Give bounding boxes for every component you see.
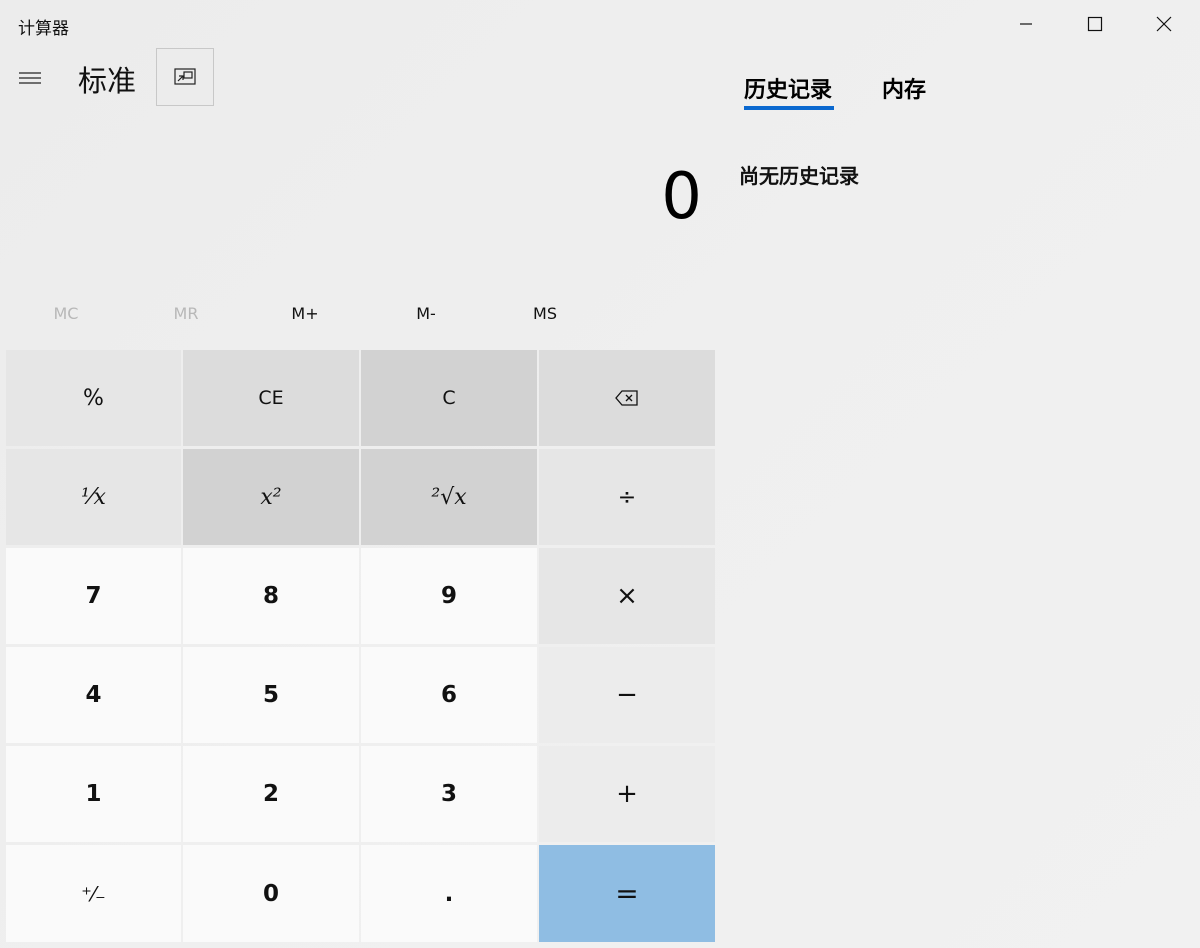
digit-5-label: 5	[262, 682, 279, 708]
digit-6-label: 6	[440, 682, 457, 708]
decimal-button[interactable]: .	[361, 845, 537, 942]
reciprocal-label: ¹⁄x	[81, 484, 106, 510]
digit-8-button[interactable]: 8	[183, 548, 359, 644]
digit-5-button[interactable]: 5	[183, 647, 359, 743]
maximize-icon	[1087, 16, 1103, 32]
sqrt-label: ²√x	[431, 484, 467, 510]
clear-button[interactable]: C	[361, 350, 537, 446]
clear-entry-button[interactable]: CE	[183, 350, 359, 446]
digit-7-label: 7	[85, 583, 102, 609]
divide-button[interactable]: ÷	[539, 449, 715, 545]
multiply-label: ×	[616, 581, 638, 611]
digit-1-button[interactable]: 1	[6, 746, 181, 842]
divide-label: ÷	[617, 484, 637, 510]
close-icon	[1156, 16, 1172, 32]
minimize-icon	[1020, 23, 1032, 25]
memory-add-button[interactable]: M+	[245, 304, 365, 323]
subtract-button[interactable]: −	[539, 647, 715, 743]
c-label: C	[442, 387, 456, 409]
add-button[interactable]: +	[539, 746, 715, 842]
digit-4-button[interactable]: 4	[6, 647, 181, 743]
plus-label: +	[616, 779, 638, 809]
digit-1-label: 1	[85, 781, 102, 807]
digit-3-button[interactable]: 3	[361, 746, 537, 842]
memory-subtract-button[interactable]: M-	[366, 304, 486, 323]
mode-title: 标准	[78, 64, 137, 98]
hamburger-menu-button[interactable]	[14, 62, 46, 94]
square-button[interactable]: x²	[183, 449, 359, 545]
reciprocal-button[interactable]: ¹⁄x	[6, 449, 181, 545]
app-title: 计算器	[18, 19, 69, 39]
digit-0-button[interactable]: 0	[183, 845, 359, 942]
negate-button[interactable]: ⁺⁄₋	[6, 845, 181, 942]
square-label: x²	[260, 484, 282, 510]
maximize-button[interactable]	[1061, 0, 1129, 48]
keep-on-top-icon	[174, 68, 196, 85]
equals-label: =	[615, 877, 639, 910]
keep-on-top-button[interactable]	[156, 48, 214, 106]
backspace-icon	[615, 390, 638, 406]
result-display: 0	[661, 160, 702, 234]
minimize-button[interactable]	[992, 0, 1060, 48]
tab-history[interactable]: 历史记录	[744, 72, 832, 104]
tab-selected-indicator	[744, 106, 834, 110]
digit-0-label: 0	[262, 880, 279, 907]
memory-store-button[interactable]: MS	[485, 304, 605, 323]
backspace-button[interactable]	[539, 350, 715, 446]
digit-4-label: 4	[85, 682, 102, 708]
percent-button[interactable]: %	[6, 350, 181, 446]
digit-7-button[interactable]: 7	[6, 548, 181, 644]
digit-9-label: 9	[440, 583, 457, 609]
digit-2-button[interactable]: 2	[183, 746, 359, 842]
digit-3-label: 3	[440, 781, 457, 807]
digit-8-label: 8	[262, 583, 279, 609]
multiply-button[interactable]: ×	[539, 548, 715, 644]
memory-bar: MC MR M+ M- MS	[6, 304, 606, 334]
memory-clear-button[interactable]: MC	[6, 304, 126, 323]
hamburger-menu-icon	[19, 72, 41, 84]
keypad: % CE C ¹⁄x x² ²√x ÷ 7 8 9 × 4 5 6 − 1 2 …	[6, 350, 716, 944]
square-root-button[interactable]: ²√x	[361, 449, 537, 545]
equals-button[interactable]: =	[539, 845, 715, 942]
memory-recall-button[interactable]: MR	[126, 304, 246, 323]
close-button[interactable]	[1130, 0, 1198, 48]
decimal-label: .	[444, 880, 454, 907]
percent-label: %	[83, 385, 104, 411]
digit-6-button[interactable]: 6	[361, 647, 537, 743]
tab-memory[interactable]: 内存	[882, 72, 926, 104]
ce-label: CE	[258, 387, 284, 409]
negate-label: ⁺⁄₋	[81, 881, 106, 906]
digit-9-button[interactable]: 9	[361, 548, 537, 644]
title-bar: 计算器	[0, 0, 1200, 48]
digit-2-label: 2	[262, 781, 279, 807]
minus-label: −	[616, 680, 638, 710]
history-empty-message: 尚无历史记录	[739, 164, 859, 188]
